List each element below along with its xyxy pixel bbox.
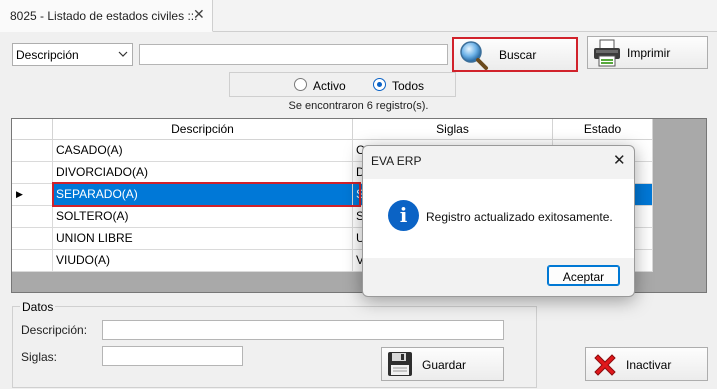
row-header[interactable] [12, 250, 53, 272]
red-x-icon [594, 354, 616, 376]
siglas-field[interactable] [102, 346, 243, 366]
search-field-select[interactable]: Descripción [12, 43, 133, 66]
accept-button[interactable]: Aceptar [547, 265, 620, 286]
grid-corner-header [12, 119, 53, 140]
radio-activo[interactable] [294, 78, 307, 91]
status-filter-group: Activo Todos [229, 72, 456, 97]
row-header[interactable] [12, 206, 53, 228]
selected-cell-highlight [52, 182, 361, 207]
search-icon [460, 41, 488, 70]
column-header-siglas[interactable]: Siglas [353, 119, 553, 140]
search-input[interactable] [139, 44, 448, 65]
tab-close-icon[interactable]: ✕ [193, 6, 205, 23]
info-icon: i [388, 200, 419, 231]
row-header[interactable] [12, 162, 53, 184]
deactivate-button[interactable]: Inactivar [585, 347, 708, 381]
floppy-disk-icon [388, 352, 412, 376]
search-button[interactable]: Buscar [452, 37, 578, 72]
results-count: Se encontraron 6 registro(s). [288, 100, 429, 112]
dialog-title: EVA ERP [371, 154, 422, 168]
print-button[interactable]: Imprimir [587, 36, 708, 69]
row-header[interactable]: ▶ [12, 184, 53, 206]
tab-strip: 8025 - Listado de estados civiles ::. ✕ [0, 0, 717, 32]
cell-descripcion[interactable]: CASADO(A) [53, 140, 353, 162]
cell-descripcion[interactable]: VIUDO(A) [53, 250, 353, 272]
radio-todos-label: Todos [392, 79, 425, 93]
save-button[interactable]: Guardar [381, 347, 504, 381]
chevron-down-icon [118, 51, 128, 57]
tab-title: 8025 - Listado de estados civiles ::. [10, 9, 198, 23]
printer-icon [594, 39, 620, 67]
row-header[interactable] [12, 140, 53, 162]
cell-descripcion[interactable]: SOLTERO(A) [53, 206, 353, 228]
radio-todos[interactable] [373, 78, 386, 91]
datos-legend: Datos [20, 300, 56, 314]
save-button-label: Guardar [422, 358, 467, 372]
message-dialog: EVA ERP ✕ i Registro actualizado exitosa… [362, 145, 635, 297]
cell-descripcion[interactable]: UNION LIBRE [53, 228, 353, 250]
print-button-label: Imprimir [627, 46, 671, 60]
column-header-descripcion[interactable]: Descripción [53, 119, 353, 140]
siglas-label: Siglas: [21, 350, 58, 364]
descripcion-field[interactable] [102, 320, 504, 340]
accept-button-label: Aceptar [562, 270, 605, 284]
deactivate-button-label: Inactivar [626, 358, 672, 372]
dialog-body: i Registro actualizado exitosamente. [363, 179, 634, 258]
search-field-select-value: Descripción [16, 48, 79, 62]
search-button-label: Buscar [499, 48, 537, 62]
column-header-estado[interactable]: Estado [553, 119, 653, 140]
descripcion-label: Descripción: [21, 323, 88, 337]
dialog-message: Registro actualizado exitosamente. [426, 210, 613, 224]
row-header[interactable] [12, 228, 53, 250]
cell-descripcion[interactable]: DIVORCIADO(A) [53, 162, 353, 184]
current-row-marker-icon: ▶ [16, 189, 23, 199]
tab-estados-civiles[interactable]: 8025 - Listado de estados civiles ::. ✕ [0, 0, 213, 32]
radio-activo-label: Activo [313, 79, 346, 93]
dialog-close-icon[interactable]: ✕ [613, 151, 626, 169]
